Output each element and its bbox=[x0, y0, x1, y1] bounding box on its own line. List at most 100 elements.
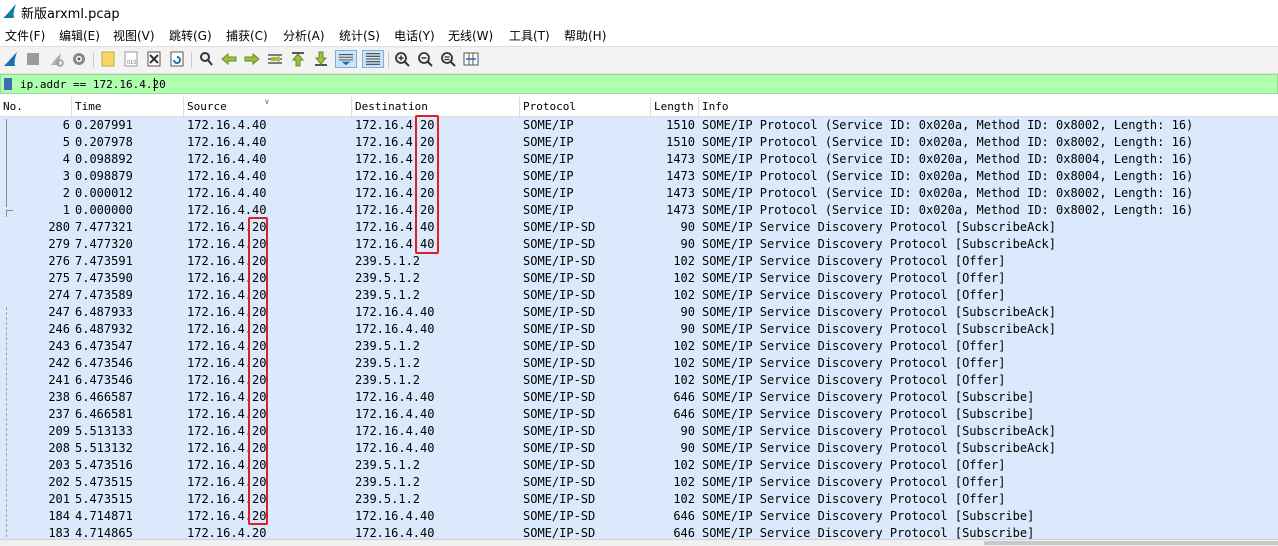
column-header-no[interactable]: No. bbox=[0, 97, 72, 116]
menu-view[interactable]: 视图(V) bbox=[113, 27, 155, 44]
close-file-icon[interactable] bbox=[145, 50, 163, 68]
packet-row[interactable]: 279 7.477320 172.16.4.20 172.16.4.40 SOME/IP… bbox=[0, 236, 1278, 253]
packet-row[interactable]: 6 0.207991 172.16.4.40 172.16.4.20 SOME/IP 15… bbox=[0, 117, 1278, 134]
main-toolbar: 010 bbox=[0, 46, 1278, 74]
first-packet-icon[interactable] bbox=[289, 50, 307, 68]
packet-length: 102 bbox=[673, 373, 695, 387]
packet-row[interactable]: 280 7.477321 172.16.4.20 172.16.4.40 SOME/IP… bbox=[0, 219, 1278, 236]
packet-number: 3 bbox=[62, 169, 70, 183]
packet-row[interactable]: 247 6.487933 172.16.4.20 172.16.4.40 SOME/IP… bbox=[0, 304, 1278, 321]
packet-protocol: SOME/IP bbox=[523, 186, 574, 200]
packet-length: 90 bbox=[680, 305, 695, 319]
packet-time: 7.477320 bbox=[75, 237, 133, 251]
packet-row[interactable]: 208 5.513132 172.16.4.20 172.16.4.40 SOME/IP… bbox=[0, 440, 1278, 457]
packet-source: 172.16.4.40 bbox=[187, 169, 267, 183]
column-header-protocol[interactable]: Protocol bbox=[520, 97, 651, 116]
go-forward-icon[interactable] bbox=[243, 50, 261, 68]
horizontal-scrollbar[interactable] bbox=[984, 541, 1278, 545]
packet-row[interactable]: 238 6.466587 172.16.4.20 172.16.4.40 SOME/IP… bbox=[0, 389, 1278, 406]
packet-row[interactable]: 1 0.000000 172.16.4.40 172.16.4.20 SOME/IP 14… bbox=[0, 202, 1278, 219]
packet-destination: 172.16.4.40 bbox=[355, 526, 435, 539]
packet-row[interactable]: 246 6.487932 172.16.4.20 172.16.4.40 SOME/IP… bbox=[0, 321, 1278, 338]
packet-row[interactable]: 242 6.473546 172.16.4.20 239.5.1.2 SOME/IP-S… bbox=[0, 355, 1278, 372]
packet-row[interactable]: 274 7.473589 172.16.4.20 239.5.1.2 SOME/IP-S… bbox=[0, 287, 1278, 304]
packet-info: SOME/IP Service Discovery Protocol [Subs… bbox=[702, 237, 1057, 251]
zoom-in-icon[interactable] bbox=[393, 50, 411, 68]
column-header-destination[interactable]: Destination bbox=[352, 97, 520, 116]
autoscroll-icon[interactable] bbox=[335, 50, 357, 68]
colorize-icon[interactable] bbox=[362, 50, 384, 68]
menu-telephony[interactable]: 电话(Y) bbox=[394, 27, 435, 44]
shark-fin-start-icon[interactable] bbox=[2, 50, 20, 68]
packet-row[interactable]: 276 7.473591 172.16.4.20 239.5.1.2 SOME/IP-S… bbox=[0, 253, 1278, 270]
menu-tools[interactable]: 工具(T) bbox=[509, 27, 550, 44]
packet-destination: 172.16.4.40 bbox=[355, 424, 435, 438]
packet-row[interactable]: 243 6.473547 172.16.4.20 239.5.1.2 SOME/IP-S… bbox=[0, 338, 1278, 355]
packet-length: 102 bbox=[673, 288, 695, 302]
last-packet-icon[interactable] bbox=[312, 50, 330, 68]
packet-time: 6.473547 bbox=[75, 339, 133, 353]
packet-length: 646 bbox=[673, 390, 695, 404]
resize-columns-icon[interactable] bbox=[462, 50, 480, 68]
go-back-icon[interactable] bbox=[220, 50, 238, 68]
packet-row[interactable]: 241 6.473546 172.16.4.20 239.5.1.2 SOME/IP-S… bbox=[0, 372, 1278, 389]
packet-source: 172.16.4.40 bbox=[187, 186, 267, 200]
stop-icon[interactable] bbox=[24, 50, 42, 68]
packet-destination: 172.16.4.40 bbox=[355, 322, 435, 336]
packet-row[interactable]: 2 0.000012 172.16.4.40 172.16.4.20 SOME/IP 14… bbox=[0, 185, 1278, 202]
menu-file[interactable]: 文件(F) bbox=[5, 27, 45, 44]
packet-time: 6.466581 bbox=[75, 407, 133, 421]
packet-destination: 239.5.1.2 bbox=[355, 492, 421, 506]
zoom-reset-icon[interactable] bbox=[439, 50, 457, 68]
packet-protocol: SOME/IP-SD bbox=[523, 492, 596, 506]
packet-time: 6.473546 bbox=[75, 373, 133, 387]
packet-source: 172.16.4.40 bbox=[187, 118, 267, 132]
column-header-time[interactable]: Time bbox=[72, 97, 184, 116]
packet-row[interactable]: 203 5.473516 172.16.4.20 239.5.1.2 SOME/IP-S… bbox=[0, 457, 1278, 474]
packet-row[interactable]: 237 6.466581 172.16.4.20 172.16.4.40 SOME/IP… bbox=[0, 406, 1278, 423]
packet-row[interactable]: 201 5.473515 172.16.4.20 239.5.1.2 SOME/IP-S… bbox=[0, 491, 1278, 508]
menu-analyze[interactable]: 分析(A) bbox=[283, 27, 325, 44]
packet-info: SOME/IP Service Discovery Protocol [Offe… bbox=[702, 356, 1006, 370]
menu-help[interactable]: 帮助(H) bbox=[564, 27, 606, 44]
save-file-icon[interactable]: 010 bbox=[122, 50, 140, 68]
packet-number: 237 bbox=[48, 407, 70, 421]
restart-icon[interactable] bbox=[47, 50, 65, 68]
packet-row[interactable]: 202 5.473515 172.16.4.20 239.5.1.2 SOME/IP-S… bbox=[0, 474, 1278, 491]
menu-wireless[interactable]: 无线(W) bbox=[448, 27, 493, 44]
packet-number: 201 bbox=[48, 492, 70, 506]
packet-protocol: SOME/IP-SD bbox=[523, 458, 596, 472]
packet-row[interactable]: 4 0.098892 172.16.4.40 172.16.4.20 SOME/IP 14… bbox=[0, 151, 1278, 168]
packet-length: 102 bbox=[673, 271, 695, 285]
menu-capture[interactable]: 捕获(C) bbox=[226, 27, 268, 44]
text-cursor bbox=[154, 78, 155, 91]
packet-protocol: SOME/IP bbox=[523, 203, 574, 217]
display-filter-input[interactable] bbox=[20, 76, 1260, 92]
packet-row[interactable]: 209 5.513133 172.16.4.20 172.16.4.40 SOME/IP… bbox=[0, 423, 1278, 440]
zoom-out-icon[interactable] bbox=[416, 50, 434, 68]
toolbar-separator bbox=[388, 52, 389, 68]
wireshark-logo-icon bbox=[3, 4, 16, 18]
menu-edit[interactable]: 编辑(E) bbox=[59, 27, 100, 44]
packet-number: 202 bbox=[48, 475, 70, 489]
open-file-icon[interactable] bbox=[99, 50, 117, 68]
packet-destination: 239.5.1.2 bbox=[355, 271, 421, 285]
packet-row[interactable]: 275 7.473590 172.16.4.20 239.5.1.2 SOME/IP-S… bbox=[0, 270, 1278, 287]
column-header-length[interactable]: Length bbox=[651, 97, 699, 116]
find-icon[interactable] bbox=[197, 50, 215, 68]
packet-row[interactable]: 183 4.714865 172.16.4.20 172.16.4.40 SOME/IP… bbox=[0, 525, 1278, 539]
packet-row[interactable]: 5 0.207978 172.16.4.40 172.16.4.20 SOME/IP 15… bbox=[0, 134, 1278, 151]
menu-statistics[interactable]: 统计(S) bbox=[339, 27, 380, 44]
menu-go[interactable]: 跳转(G) bbox=[169, 27, 212, 44]
go-to-packet-icon[interactable] bbox=[266, 50, 284, 68]
column-header-info[interactable]: Info bbox=[699, 97, 1278, 116]
reload-icon[interactable] bbox=[168, 50, 186, 68]
capture-options-icon[interactable] bbox=[70, 50, 88, 68]
packet-row[interactable]: 184 4.714871 172.16.4.20 172.16.4.40 SOME/IP… bbox=[0, 508, 1278, 525]
svg-text:010: 010 bbox=[127, 60, 137, 66]
filter-bookmark-icon[interactable] bbox=[4, 78, 12, 90]
packet-destination: 239.5.1.2 bbox=[355, 288, 421, 302]
packet-row[interactable]: 3 0.098879 172.16.4.40 172.16.4.20 SOME/IP 14… bbox=[0, 168, 1278, 185]
packet-protocol: SOME/IP-SD bbox=[523, 390, 596, 404]
packet-destination: 172.16.4.40 bbox=[355, 509, 435, 523]
